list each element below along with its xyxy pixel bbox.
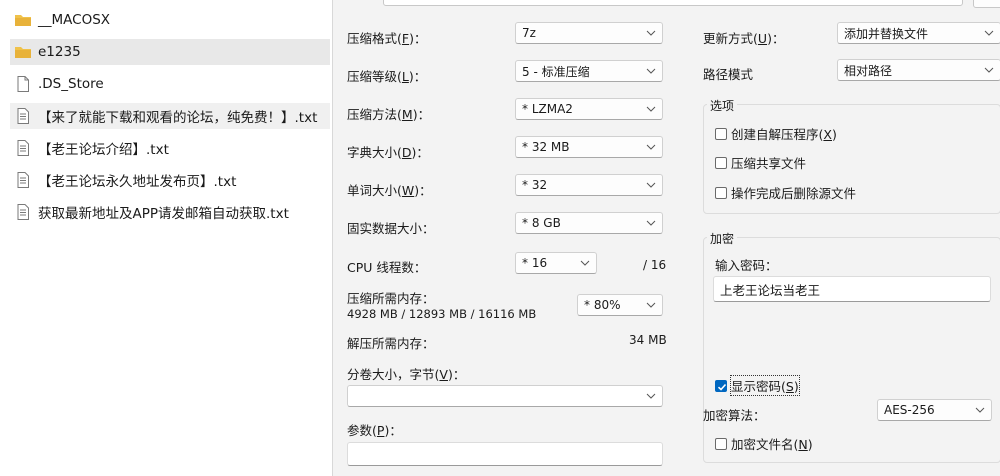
chevron-down-icon [646, 144, 656, 150]
encrypt-method-label: 加密算法： [703, 408, 766, 423]
chevron-down-icon [646, 393, 656, 399]
password-input[interactable]: 上老王论坛当老王 [713, 276, 991, 302]
file-name: 【老王论坛永久地址发布页】.txt [38, 174, 237, 190]
params-label: 参数(P)： [347, 423, 402, 438]
file-icon [17, 76, 29, 92]
solid-label: 固实数据大小： [347, 221, 435, 236]
chevron-down-icon [646, 68, 656, 74]
checkmark-icon [717, 383, 727, 391]
shared-label: 压缩共享文件 [731, 156, 807, 171]
chevron-down-icon [646, 220, 656, 226]
file-item-txt-2[interactable]: 【老王论坛介绍】.txt [10, 135, 330, 161]
delete-checkbox[interactable]: 操作完成后删除源文件 [715, 183, 856, 202]
update-label: 更新方式(U)： [703, 31, 785, 46]
mem-decompress-label: 解压所需内存： [347, 336, 435, 351]
chevron-down-icon [646, 182, 656, 188]
mem-decompress-value: 34 MB [629, 333, 667, 347]
sfx-label: 创建自解压程序(X) [731, 127, 837, 142]
text-file-icon [17, 140, 29, 156]
word-select[interactable]: * 32 [515, 174, 663, 196]
path-mode-select[interactable]: 相对路径 [837, 59, 1000, 81]
update-select[interactable]: 添加并替换文件 [837, 22, 1000, 44]
folder-icon [15, 15, 31, 26]
checkbox-box [715, 127, 727, 140]
chevron-down-icon [646, 30, 656, 36]
format-select[interactable]: 7z [515, 22, 663, 44]
cpu-select[interactable]: * 16 [515, 252, 597, 274]
file-name: 【老王论坛介绍】.txt [38, 142, 169, 158]
file-item-macosx[interactable]: __MACOSX [10, 7, 330, 33]
text-file-icon [17, 172, 29, 188]
chevron-down-icon [975, 407, 985, 413]
level-select[interactable]: 5 - 标准压缩 [515, 60, 663, 82]
method-label: 压缩方法(M)： [347, 107, 431, 122]
volume-label: 分卷大小，字节(V)： [347, 367, 466, 382]
checkbox-box [715, 437, 727, 450]
path-mode-label: 路径模式 [703, 67, 754, 82]
mem-compress-label: 压缩所需内存： [347, 291, 435, 306]
dict-select[interactable]: * 32 MB [515, 136, 663, 158]
chevron-down-icon [580, 260, 590, 266]
sfx-checkbox[interactable]: 创建自解压程序(X) [715, 124, 837, 143]
solid-select[interactable]: * 8 GB [515, 212, 663, 234]
show-password-checkbox[interactable]: 显示密码(S) [715, 375, 800, 396]
file-item-txt-3[interactable]: 【老王论坛永久地址发布页】.txt [10, 167, 330, 193]
checkbox-box [715, 379, 727, 392]
options-title: 选项 [707, 97, 738, 114]
delete-label: 操作完成后删除源文件 [731, 186, 857, 201]
dict-label: 字典大小(D)： [347, 145, 429, 160]
cpu-total: / 16 [643, 258, 667, 272]
checkbox-box [715, 156, 727, 169]
archive-path-input[interactable] [383, 0, 963, 6]
method-select[interactable]: * LZMA2 [515, 98, 663, 120]
mem-compress-detail: 4928 MB / 12893 MB / 16116 MB [347, 307, 537, 321]
format-label: 压缩格式(F)： [347, 31, 427, 46]
encrypt-names-label: 加密文件名(N) [731, 437, 813, 452]
text-file-icon [17, 108, 29, 124]
params-input[interactable] [347, 442, 663, 466]
word-label: 单词大小(W)： [347, 183, 432, 198]
chevron-down-icon [984, 67, 994, 73]
file-name: __MACOSX [38, 12, 111, 28]
chevron-down-icon [984, 30, 994, 36]
level-label: 压缩等级(L)： [347, 69, 427, 84]
volume-select[interactable] [347, 385, 663, 407]
encryption-title: 加密 [707, 230, 738, 247]
cpu-label: CPU 线程数： [347, 260, 427, 275]
file-item-txt-1[interactable]: 【来了就能下载和观看的论坛，纯免费！】.txt [10, 103, 330, 129]
encrypt-method-select[interactable]: AES-256 [877, 399, 992, 421]
file-name: 获取最新地址及APP请发邮箱自动获取.txt [38, 206, 289, 222]
file-item-ds-store[interactable]: .DS_Store [10, 71, 330, 97]
folder-icon [15, 47, 31, 58]
file-name: e1235 [38, 44, 81, 60]
chevron-down-icon [646, 302, 656, 308]
password-label: 输入密码： [715, 258, 778, 273]
encrypt-names-checkbox[interactable]: 加密文件名(N) [715, 434, 813, 453]
file-name: .DS_Store [38, 76, 104, 92]
file-item-txt-4[interactable]: 获取最新地址及APP请发邮箱自动获取.txt [10, 199, 330, 225]
text-file-icon [17, 204, 29, 220]
file-item-e1235[interactable]: e1235 [10, 39, 330, 65]
shared-checkbox[interactable]: 压缩共享文件 [715, 153, 806, 172]
mem-percent-select[interactable]: * 80% [577, 294, 663, 316]
show-password-label: 显示密码(S) [730, 375, 800, 396]
add-to-archive-dialog: 压缩格式(F)： 7z 压缩等级(L)： 5 - 标准压缩 压缩方法(M)： *… [332, 0, 1000, 476]
chevron-down-icon [646, 106, 656, 112]
checkbox-box [715, 186, 727, 199]
file-list: __MACOSX e1235 .DS_Store 【来了就能下载和观看的论坛，纯… [0, 0, 332, 476]
browse-button[interactable] [973, 0, 1000, 8]
file-name: 【来了就能下载和观看的论坛，纯免费！】.txt [38, 110, 318, 126]
